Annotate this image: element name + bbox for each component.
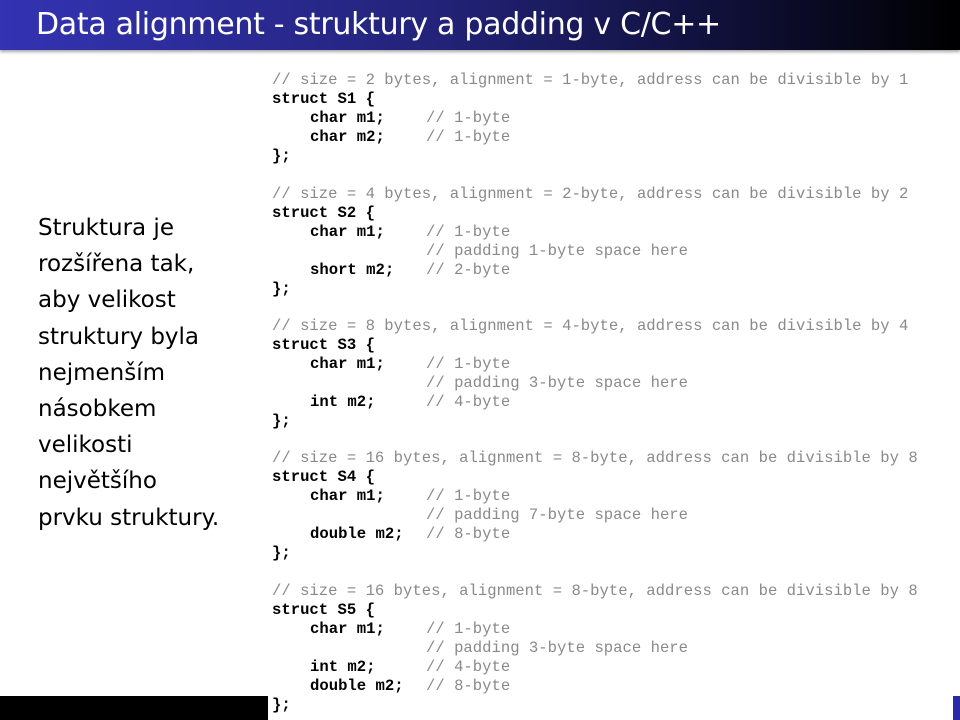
code-member-line: int m2; // 4-byte <box>272 658 510 677</box>
code-member-line: short m2; // 2-byte <box>272 261 510 280</box>
member-declaration: double m2; <box>310 677 404 695</box>
code-struct-header: struct S2 { <box>272 204 375 223</box>
code-member-line: // padding 3-byte space here <box>272 374 688 393</box>
member-declaration: char m1; <box>310 620 385 638</box>
member-comment: // 1-byte <box>426 620 511 638</box>
struct-footer: }; <box>272 412 291 430</box>
code-struct-footer: }; <box>272 280 291 299</box>
code-struct-footer: }; <box>272 544 291 563</box>
struct-header: struct S5 { <box>272 601 375 619</box>
member-comment: // padding 3-byte space here <box>426 639 689 657</box>
footer-bar-left <box>0 696 268 720</box>
struct-footer: }; <box>272 147 291 165</box>
code-member-line: int m2; // 4-byte <box>272 393 510 412</box>
body-line: struktury byla <box>38 323 200 350</box>
code-member-line: // padding 7-byte space here <box>272 506 688 525</box>
size-comment: // size = 16 bytes, alignment = 8-byte, … <box>272 449 918 467</box>
size-comment: // size = 8 bytes, alignment = 4-byte, a… <box>272 317 909 335</box>
member-comment: // 8-byte <box>426 677 511 695</box>
member-declaration: char m2; <box>310 128 385 146</box>
slide-body-text: Struktura je rozšířena tak, aby velikost… <box>38 210 258 536</box>
struct-header: struct S4 { <box>272 468 375 486</box>
code-member-line: char m2; // 1-byte <box>272 128 510 147</box>
slide-header: Data alignment - struktury a padding v C… <box>0 0 960 50</box>
member-declaration: char m1; <box>310 109 385 127</box>
code-member-line: char m1; // 1-byte <box>272 620 510 639</box>
struct-header: struct S3 { <box>272 336 375 354</box>
code-member-line: char m1; // 1-byte <box>272 487 510 506</box>
body-line: aby velikost <box>38 287 176 314</box>
member-comment: // 8-byte <box>426 525 511 543</box>
code-struct-footer: }; <box>272 147 291 166</box>
member-declaration: int m2; <box>310 393 376 411</box>
code-struct-header: struct S4 { <box>272 468 375 487</box>
member-declaration: char m1; <box>310 487 385 505</box>
member-comment: // padding 7-byte space here <box>426 506 689 524</box>
member-comment: // padding 1-byte space here <box>426 242 689 260</box>
code-struct-footer: }; <box>272 412 291 431</box>
body-line: nejmenším <box>38 359 166 386</box>
size-comment: // size = 2 bytes, alignment = 1-byte, a… <box>272 71 909 89</box>
code-member-line: // padding 1-byte space here <box>272 242 688 261</box>
member-comment: // 1-byte <box>426 223 511 241</box>
struct-footer: }; <box>272 696 291 714</box>
slide-title: Data alignment - struktury a padding v C… <box>36 7 721 42</box>
code-member-line: // padding 3-byte space here <box>272 639 688 658</box>
code-struct-footer: }; <box>272 696 291 715</box>
code-member-line: char m1; // 1-byte <box>272 355 510 374</box>
code-listing-image: // size = 2 bytes, alignment = 1-byte, a… <box>262 64 952 720</box>
body-line: rozšířena tak, <box>38 251 195 278</box>
code-member-line: char m1; // 1-byte <box>272 109 510 128</box>
body-line: prvku struktury. <box>38 504 220 531</box>
code-struct-header: struct S5 { <box>272 601 375 620</box>
body-line: největšího <box>38 468 157 495</box>
struct-header: struct S1 { <box>272 90 375 108</box>
code-struct-header: struct S3 { <box>272 336 375 355</box>
member-comment: // padding 3-byte space here <box>426 374 689 392</box>
code-member-line: double m2; // 8-byte <box>272 677 510 696</box>
code-comment-line: // size = 2 bytes, alignment = 1-byte, a… <box>272 71 908 90</box>
struct-footer: }; <box>272 544 291 562</box>
size-comment: // size = 4 bytes, alignment = 2-byte, a… <box>272 185 909 203</box>
size-comment: // size = 16 bytes, alignment = 8-byte, … <box>272 582 918 600</box>
code-comment-line: // size = 16 bytes, alignment = 8-byte, … <box>272 582 918 601</box>
member-declaration: short m2; <box>310 261 395 279</box>
member-declaration: int m2; <box>310 658 376 676</box>
body-line: velikosti <box>38 432 133 459</box>
member-comment: // 2-byte <box>426 261 511 279</box>
member-comment: // 1-byte <box>426 109 511 127</box>
member-declaration: char m1; <box>310 223 385 241</box>
body-line: násobkem <box>38 396 157 423</box>
code-comment-line: // size = 8 bytes, alignment = 4-byte, a… <box>272 317 908 336</box>
member-comment: // 1-byte <box>426 128 511 146</box>
footer-bar-right <box>953 696 960 720</box>
member-declaration: char m1; <box>310 355 385 373</box>
member-comment: // 1-byte <box>426 487 511 505</box>
code-member-line: char m1; // 1-byte <box>272 223 510 242</box>
code-comment-line: // size = 4 bytes, alignment = 2-byte, a… <box>272 185 908 204</box>
struct-header: struct S2 { <box>272 204 375 222</box>
member-comment: // 4-byte <box>426 393 511 411</box>
member-comment: // 4-byte <box>426 658 511 676</box>
code-comment-line: // size = 16 bytes, alignment = 8-byte, … <box>272 449 918 468</box>
member-comment: // 1-byte <box>426 355 511 373</box>
body-line: Struktura je <box>38 215 174 241</box>
member-declaration: double m2; <box>310 525 404 543</box>
code-struct-header: struct S1 { <box>272 90 375 109</box>
struct-footer: }; <box>272 280 291 298</box>
code-member-line: double m2; // 8-byte <box>272 525 510 544</box>
